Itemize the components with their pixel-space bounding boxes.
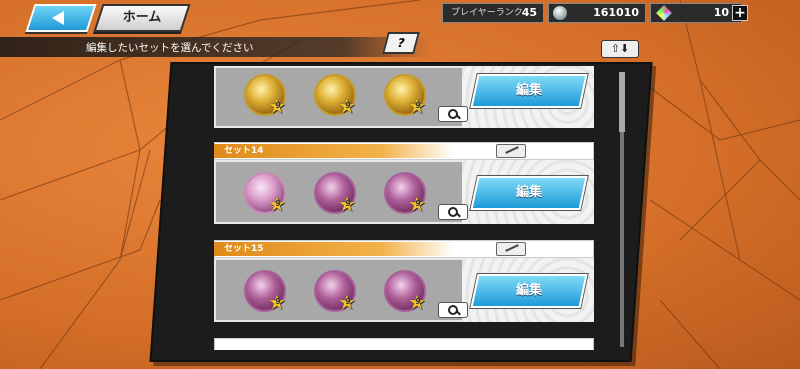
medal-star-count: 9 [415, 101, 421, 110]
edit-button-label: 編集 [515, 283, 542, 298]
medal-star-count: 9 [415, 297, 421, 306]
magnify-icon[interactable] [438, 302, 468, 318]
edit-button[interactable]: 編集 [470, 176, 588, 210]
instruction-text: 編集したいセットを選んでください [86, 42, 254, 54]
edit-button-label: 編集 [515, 83, 542, 98]
medal-star-count: 9 [345, 199, 351, 208]
add-gems-button[interactable]: + [732, 5, 748, 21]
home-button[interactable]: ホーム [93, 4, 191, 32]
medal-star-count: 9 [345, 101, 351, 110]
scrollbar-thumb[interactable] [619, 72, 625, 132]
medal-star-count: 9 [275, 199, 281, 208]
back-button[interactable] [25, 4, 97, 32]
gem-counter: 10 [650, 3, 742, 23]
edit-button[interactable]: 編集 [470, 74, 588, 108]
back-arrow-icon [52, 11, 64, 25]
coin-value: 161010 [593, 6, 639, 19]
sort-button[interactable]: ⇧⬇ [601, 40, 639, 58]
medal-star-count: 9 [415, 199, 421, 208]
set-header [214, 338, 594, 350]
set-name: セット14 [214, 144, 454, 158]
set-name: セット15 [214, 242, 454, 256]
gem-value: 10 [713, 6, 729, 19]
rename-icon[interactable] [496, 242, 526, 256]
medal-star-count: 9 [275, 297, 281, 306]
player-rank: プレイヤーランク 45 [442, 3, 544, 23]
help-button[interactable]: ? [382, 32, 420, 54]
instruction-bar: 編集したいセットを選んでください [0, 37, 430, 57]
player-rank-value: 45 [521, 6, 537, 19]
coin-icon [553, 6, 567, 20]
gem-icon [656, 5, 672, 21]
rename-icon[interactable] [496, 144, 526, 158]
player-rank-label: プレイヤーランク [451, 8, 523, 18]
magnify-icon[interactable] [438, 106, 468, 122]
medal-star-count: 9 [345, 297, 351, 306]
coin-counter: 161010 [548, 3, 646, 23]
edit-button-label: 編集 [515, 185, 542, 200]
edit-button[interactable]: 編集 [470, 274, 588, 308]
medal-star-count: 9 [275, 101, 281, 110]
set-list[interactable]: ★ 9 ★ 9 ★ 9 編集 セット14 ★ 9 ★ 9 ★ 9 編集 セット1… [206, 66, 618, 350]
magnify-icon[interactable] [438, 204, 468, 220]
home-button-label: ホーム [122, 10, 162, 25]
